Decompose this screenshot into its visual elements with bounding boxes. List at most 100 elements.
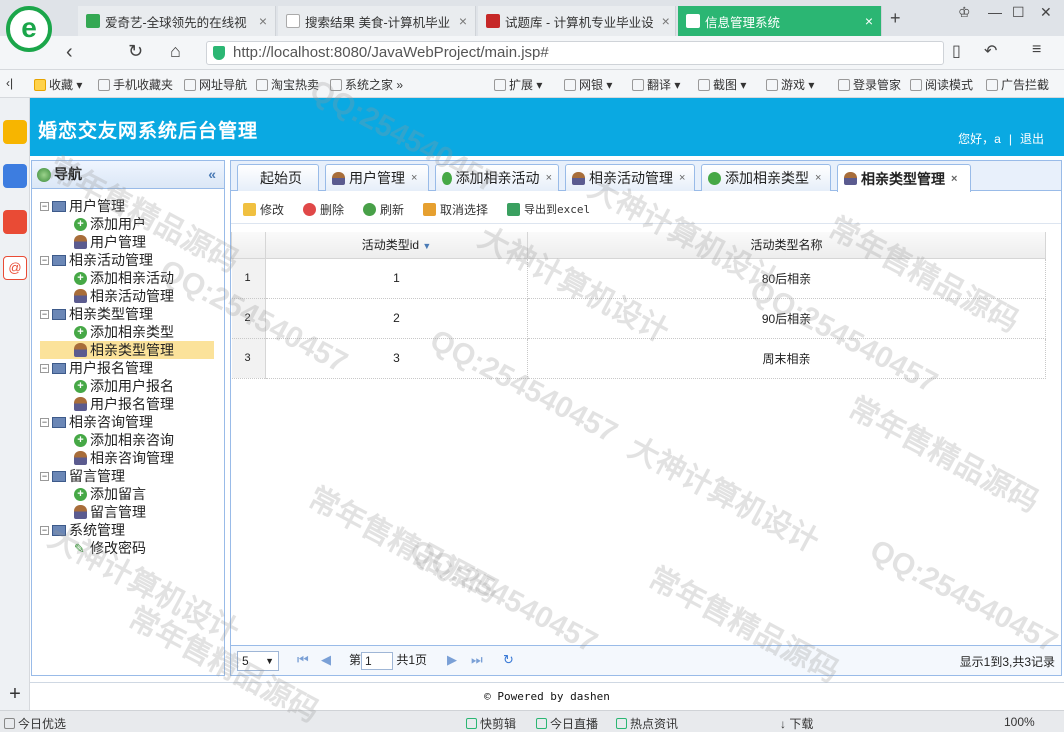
collapse-toggle-icon[interactable]: − <box>40 255 49 265</box>
column-header-name[interactable]: 活动类型名称 <box>527 232 1046 259</box>
sidebar-item[interactable]: 留言管理 <box>40 503 214 521</box>
status-item[interactable]: 今日直播 <box>536 715 598 732</box>
browser-logo-icon[interactable]: e <box>6 6 52 52</box>
close-icon[interactable]: × <box>679 172 685 184</box>
page-number-input[interactable]: 1 <box>361 651 394 670</box>
cell-type-name[interactable]: 90后相亲 <box>527 298 1046 339</box>
reload-icon[interactable]: ↻ <box>128 41 143 62</box>
main-tab[interactable]: 用户管理 × <box>325 164 429 191</box>
main-tab[interactable]: 相亲类型管理 × <box>837 164 971 192</box>
column-header-id[interactable]: 活动类型id ▼ <box>265 232 528 259</box>
main-tab[interactable]: 相亲活动管理 × <box>565 164 695 191</box>
bookmark-item[interactable]: 阅读模式 <box>910 76 973 93</box>
sidebar-item[interactable]: ✎ 修改密码 <box>40 539 214 557</box>
sidebar-item[interactable]: 相亲类型管理 <box>40 341 214 359</box>
close-icon[interactable]: × <box>251 13 267 29</box>
delete-button[interactable]: 删除 <box>303 201 344 218</box>
collapse-toggle-icon[interactable]: − <box>40 471 49 481</box>
cell-type-name[interactable]: 周末相亲 <box>527 338 1046 379</box>
browser-tab-3[interactable]: 试题库 - 计算机专业毕业设 × <box>478 6 676 36</box>
collapse-toggle-icon[interactable]: − <box>40 525 49 535</box>
sidebar-item[interactable]: + 添加用户报名 <box>40 377 214 395</box>
download-item[interactable]: ↓ 下载 <box>780 715 813 732</box>
tree-group[interactable]: − 用户报名管理 <box>40 359 153 377</box>
close-window-icon[interactable]: ✕ <box>1040 4 1052 21</box>
cell-type-name[interactable]: 80后相亲 <box>527 258 1046 299</box>
status-left[interactable]: 今日优选 <box>4 715 66 732</box>
bookmark-item[interactable]: 截图 ▾ <box>698 76 746 93</box>
minimize-icon[interactable]: — <box>988 4 1002 20</box>
bookmark-item[interactable]: 扩展 ▾ <box>494 76 542 93</box>
tree-group[interactable]: − 用户管理 <box>40 197 125 215</box>
tree-group[interactable]: − 相亲类型管理 <box>40 305 153 323</box>
close-icon[interactable]: × <box>815 172 821 184</box>
cell-type-id[interactable]: 2 <box>265 298 528 339</box>
last-page-icon[interactable]: ⏭ <box>471 652 483 668</box>
list-icon[interactable] <box>3 164 27 188</box>
sidebar-item[interactable]: + 添加留言 <box>40 485 214 503</box>
email-icon[interactable]: @ <box>3 256 27 280</box>
sidebar-item[interactable]: 相亲活动管理 <box>40 287 214 305</box>
bookmark-favorites[interactable]: 收藏 ▾ <box>34 76 82 93</box>
sidebar-item[interactable]: + 添加用户 <box>40 215 214 233</box>
sidebar-item[interactable]: + 添加相亲咨询 <box>40 431 214 449</box>
zoom-level[interactable]: 100% <box>1004 715 1035 729</box>
next-page-icon[interactable]: ▶ <box>447 652 457 668</box>
skin-icon[interactable]: ♔ <box>958 4 971 21</box>
undo-icon[interactable]: ↶ <box>984 41 997 61</box>
sidebar-item[interactable]: 用户管理 <box>40 233 214 251</box>
browser-tab-active[interactable]: 信息管理系统 × <box>678 6 882 36</box>
bookmark-item[interactable]: 网银 ▾ <box>564 76 612 93</box>
reload-icon[interactable]: ↻ <box>503 652 514 668</box>
table-row[interactable]: 2 2 90后相亲 <box>231 298 1046 339</box>
bookmark-item[interactable]: 手机收藏夹 <box>98 76 173 93</box>
edit-button[interactable]: 修改 <box>243 201 284 218</box>
sidebar-item[interactable]: + 添加相亲活动 <box>40 269 214 287</box>
close-icon[interactable]: × <box>411 172 417 184</box>
new-tab-button[interactable]: + <box>890 8 901 29</box>
close-icon[interactable]: × <box>951 173 957 185</box>
bookmark-item[interactable]: 系统之家 » <box>330 76 403 93</box>
collapse-toggle-icon[interactable]: − <box>40 417 49 427</box>
first-page-icon[interactable]: ⏮ <box>297 652 309 668</box>
table-row[interactable]: 1 1 80后相亲 <box>231 258 1046 299</box>
collapse-toggle-icon[interactable]: − <box>40 201 49 211</box>
status-item[interactable]: 快剪辑 <box>466 715 516 732</box>
bookmark-item[interactable]: 登录管家 <box>838 76 901 93</box>
main-tab[interactable]: 添加相亲类型 × <box>701 164 831 191</box>
close-icon[interactable]: × <box>654 13 670 29</box>
tree-group[interactable]: − 相亲活动管理 <box>40 251 153 269</box>
page-size-select[interactable]: 5 ▼ <box>237 651 279 671</box>
tree-group[interactable]: − 留言管理 <box>40 467 125 485</box>
close-icon[interactable]: × <box>546 172 552 184</box>
back-icon[interactable]: ‹ <box>66 41 73 64</box>
export-excel-button[interactable]: 导出到excel <box>507 201 590 217</box>
prev-page-icon[interactable]: ◀ <box>321 652 331 668</box>
favorites-star-icon[interactable] <box>3 120 27 144</box>
home-icon[interactable]: ⌂ <box>170 41 181 62</box>
close-icon[interactable]: × <box>451 13 467 29</box>
sidebar-item[interactable]: + 添加相亲类型 <box>40 323 214 341</box>
status-item[interactable]: 热点资讯 <box>616 715 678 732</box>
bookmark-item[interactable]: 广告拦截 <box>986 76 1049 93</box>
collapse-icon[interactable]: « <box>208 161 216 188</box>
menu-icon[interactable]: ≡ <box>1032 41 1041 59</box>
bookmark-item[interactable]: 淘宝热卖 <box>256 76 319 93</box>
main-tab[interactable]: 添加相亲活动 × <box>435 164 559 191</box>
sidebar-item[interactable]: 用户报名管理 <box>40 395 214 413</box>
tree-group[interactable]: − 系统管理 <box>40 521 125 539</box>
deselect-button[interactable]: 取消选择 <box>423 201 488 218</box>
browser-tab-2[interactable]: 搜索结果 美食-计算机毕业 × <box>278 6 476 36</box>
bookmark-item[interactable]: 翻译 ▾ <box>632 76 680 93</box>
main-tab[interactable]: 起始页 <box>237 164 319 191</box>
browser-tab-1[interactable]: 爱奇艺-全球领先的在线视 × <box>78 6 276 36</box>
table-row[interactable]: 3 3 周末相亲 <box>231 338 1046 379</box>
tree-group[interactable]: − 相亲咨询管理 <box>40 413 153 431</box>
bookmark-item[interactable]: 游戏 ▾ <box>766 76 814 93</box>
url-input[interactable]: http://localhost:8080/JavaWebProject/mai… <box>206 41 944 65</box>
sidebar-toggle-icon[interactable]: ‹| <box>6 76 13 90</box>
bookmark-item[interactable]: 网址导航 <box>184 76 247 93</box>
maximize-icon[interactable]: ☐ <box>1012 4 1025 21</box>
cell-type-id[interactable]: 1 <box>265 258 528 299</box>
add-icon[interactable]: + <box>3 684 27 708</box>
